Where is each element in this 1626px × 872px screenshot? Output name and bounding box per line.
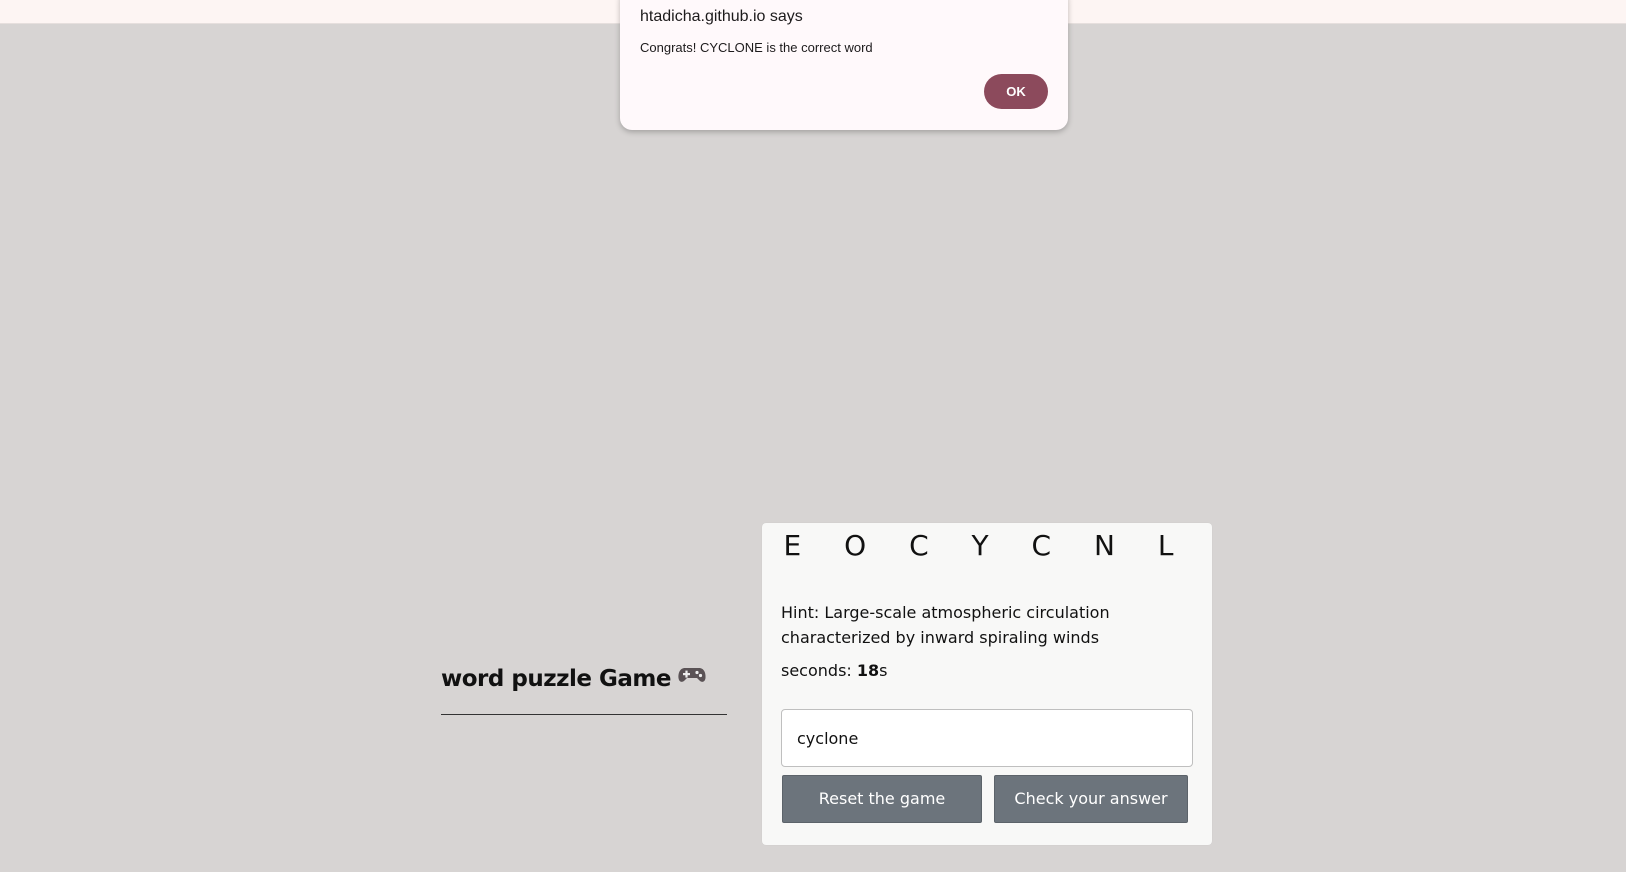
timer-unit: s [879,661,888,680]
check-answer-button[interactable]: Check your answer [994,775,1188,823]
timer: seconds: 18s [781,661,887,680]
title-divider [441,714,727,715]
dialog-message: Congrats! CYCLONE is the correct word [640,40,873,55]
ok-button[interactable]: OK [984,74,1048,109]
alert-dialog: htadicha.github.io says Congrats! CYCLON… [620,0,1068,130]
gamepad-icon [677,665,707,691]
timer-label: seconds: [781,661,857,680]
game-card: E O C Y C N L Hint: Large-scale atmosphe… [762,523,1212,845]
hint-text: Hint: Large-scale atmospheric circulatio… [781,603,1110,647]
scrambled-word: E O C Y C N L [783,529,1191,562]
reset-button[interactable]: Reset the game [782,775,982,823]
game-title: word puzzle Game [441,666,707,692]
answer-input[interactable] [781,709,1193,767]
timer-value: 18 [856,661,880,680]
game-title-text: word puzzle Game [441,666,671,692]
dialog-title: htadicha.github.io says [640,8,803,25]
